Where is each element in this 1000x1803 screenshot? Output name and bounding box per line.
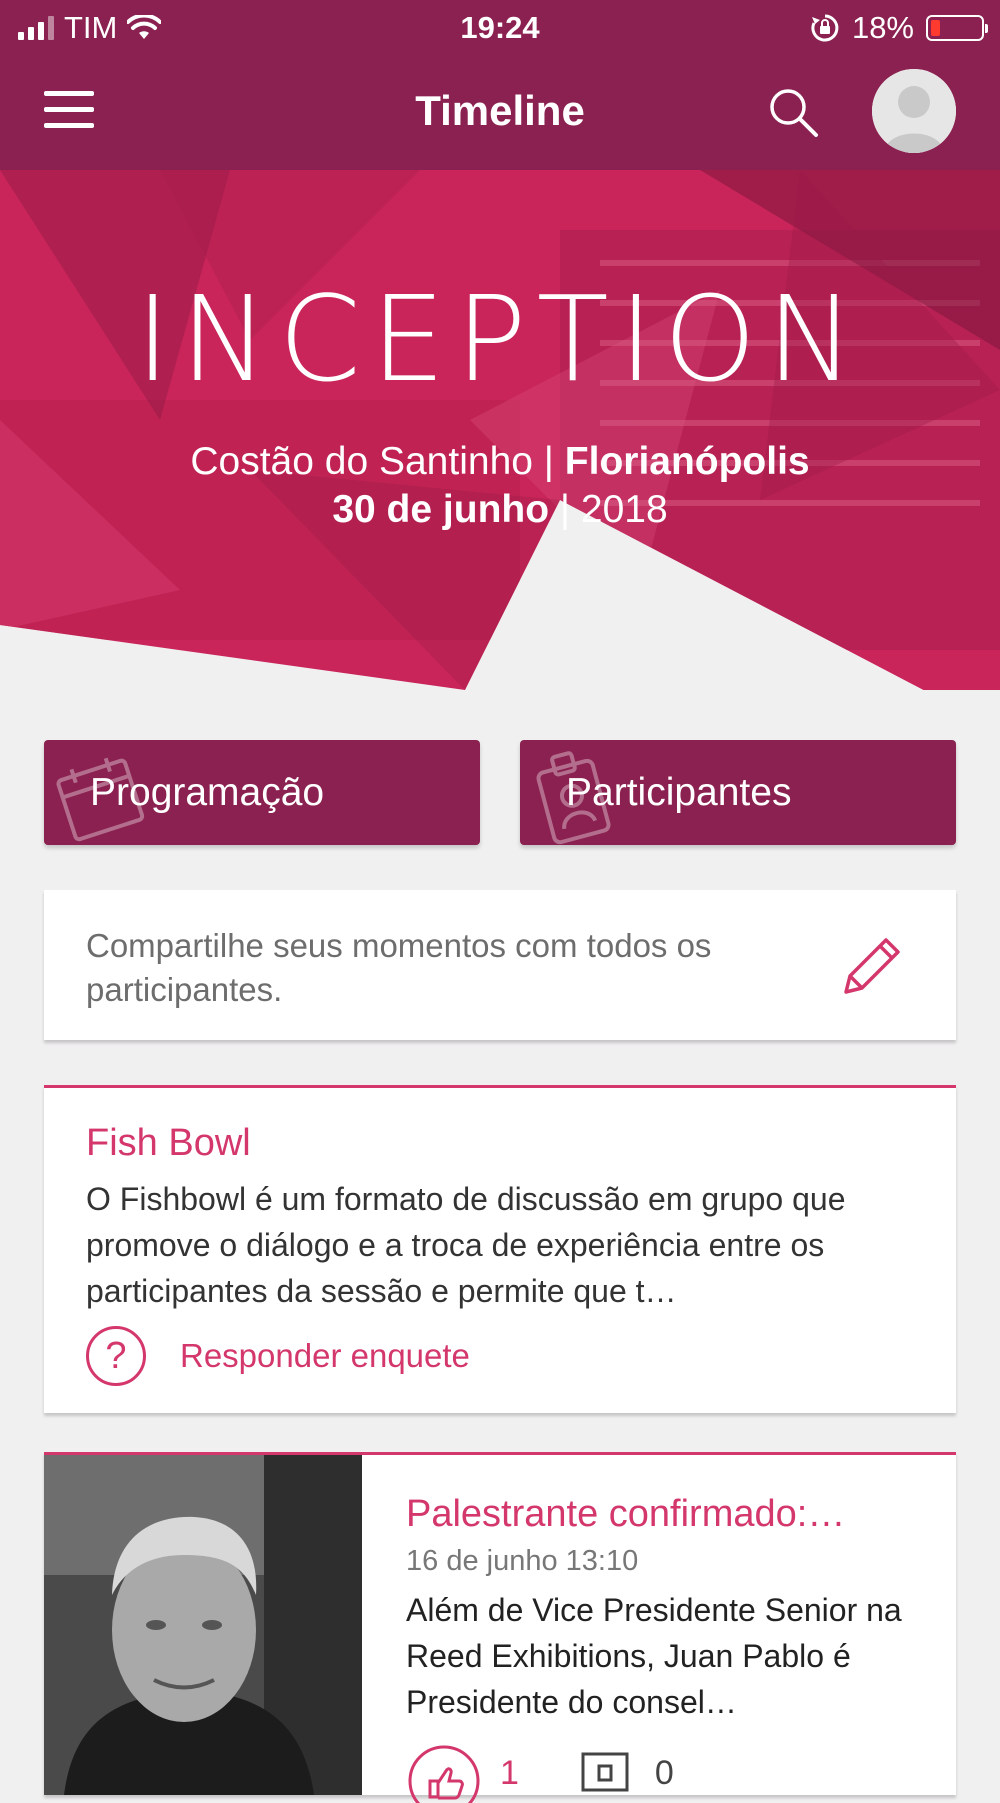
news-date: 16 de junho 13:10 bbox=[406, 1545, 639, 1577]
participants-label: Participantes bbox=[566, 771, 792, 814]
event-date: 30 de junho | 2018 bbox=[0, 488, 1000, 532]
top-nav-bar: Timeline bbox=[0, 55, 1000, 170]
pencil-icon[interactable] bbox=[836, 930, 906, 1000]
user-silhouette-icon bbox=[872, 69, 956, 153]
status-bar: TIM 19:24 18% bbox=[0, 0, 1000, 55]
share-post-card[interactable]: Compartilhe seus momentos com todos os p… bbox=[44, 890, 956, 1040]
question-icon: ? bbox=[86, 1326, 146, 1386]
schedule-label: Programação bbox=[90, 771, 325, 814]
poll-card[interactable]: Fish Bowl O Fishbowl é um formato de dis… bbox=[44, 1085, 956, 1413]
avatar[interactable] bbox=[872, 69, 956, 153]
rotation-lock-icon bbox=[811, 14, 839, 42]
venue-name: Costão do Santinho bbox=[190, 440, 533, 483]
separator: | bbox=[559, 488, 571, 531]
answer-poll-label: Responder enquete bbox=[180, 1337, 470, 1374]
answer-poll-button[interactable]: ? Responder enquete bbox=[86, 1326, 470, 1386]
news-title: Palestrante confirmado:… bbox=[406, 1493, 846, 1535]
battery-icon bbox=[926, 15, 988, 41]
poll-description: O Fishbowl é um formato de discussão em … bbox=[86, 1181, 846, 1309]
share-prompt: Compartilhe seus momentos com todos os p… bbox=[86, 927, 712, 1008]
comment-icon[interactable] bbox=[577, 1748, 637, 1798]
date-year: 2018 bbox=[580, 488, 668, 531]
page-title: Timeline bbox=[415, 87, 585, 134]
city-name: Florianópolis bbox=[564, 440, 810, 483]
banner-background bbox=[0, 170, 1000, 730]
battery-percent: 18% bbox=[851, 10, 914, 45]
status-right: 18% bbox=[810, 10, 988, 46]
like-count: 1 bbox=[500, 1753, 519, 1792]
event-location: Costão do Santinho | Florianópolis bbox=[0, 440, 1000, 484]
news-actions: 1 0 bbox=[406, 1743, 674, 1803]
battery-level bbox=[931, 20, 940, 36]
news-excerpt: Além de Vice Presidente Senior na Reed E… bbox=[406, 1592, 902, 1720]
poll-title: Fish Bowl bbox=[86, 1122, 251, 1164]
event-logo: INCEPTION bbox=[135, 270, 865, 408]
participants-button[interactable]: Participantes bbox=[520, 740, 956, 845]
news-card[interactable]: Palestrante confirmado:… 16 de junho 13:… bbox=[44, 1452, 956, 1803]
comment-count: 0 bbox=[654, 1753, 674, 1792]
speaker-photo bbox=[44, 1455, 362, 1795]
separator: | bbox=[543, 440, 554, 483]
search-icon[interactable] bbox=[766, 85, 820, 139]
like-icon[interactable] bbox=[406, 1743, 482, 1803]
event-banner: INCEPTION Costão do Santinho | Florianóp… bbox=[0, 170, 1000, 730]
date-day: 30 de junho bbox=[332, 488, 550, 531]
schedule-button[interactable]: Programação bbox=[44, 740, 480, 845]
